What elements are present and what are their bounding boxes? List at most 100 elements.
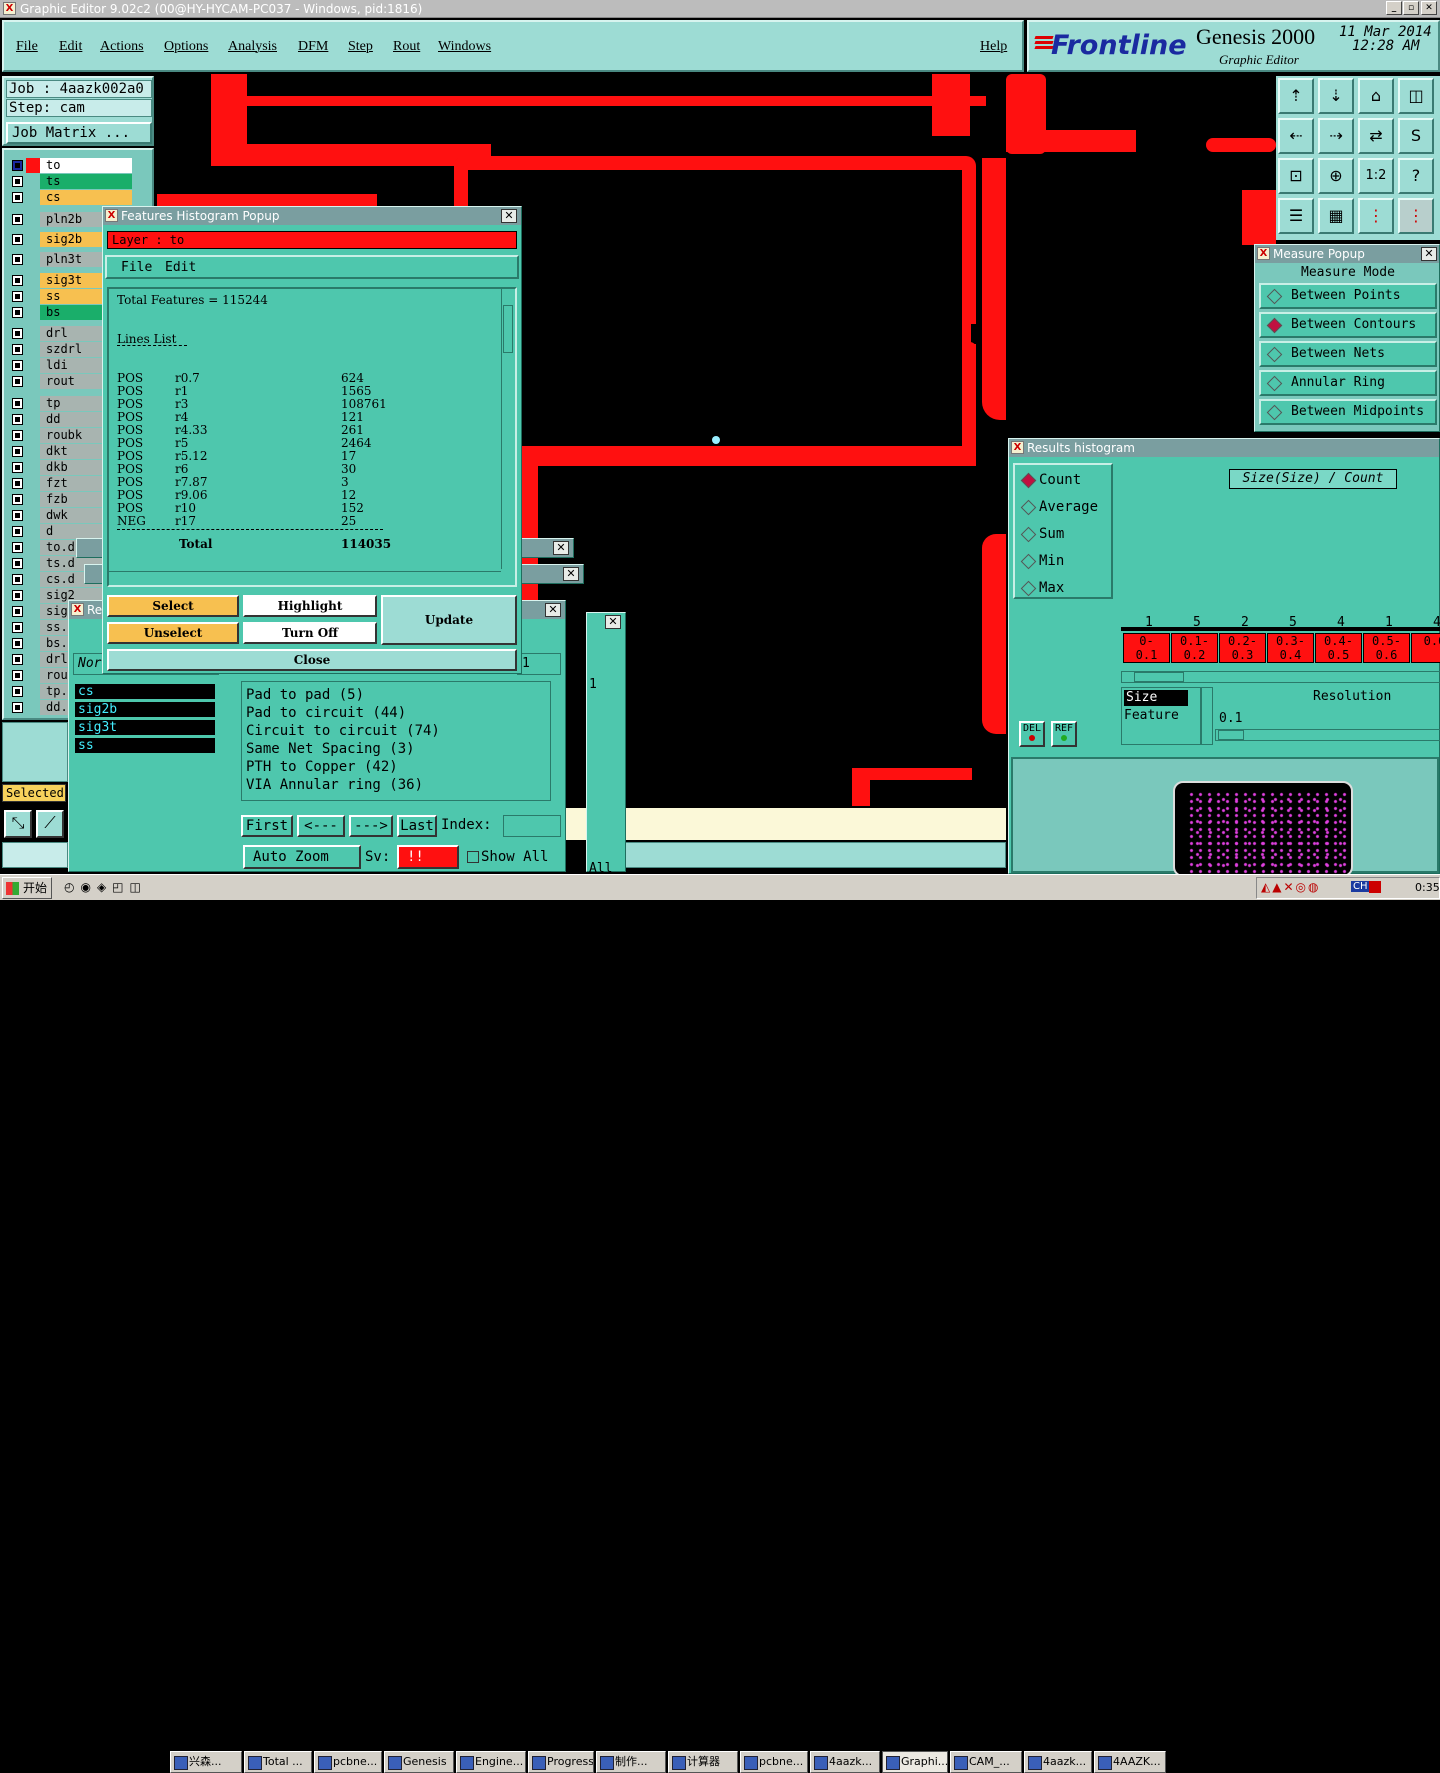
close-icon[interactable]: ✕ (553, 541, 569, 555)
taskbar-item[interactable]: Progress (528, 1751, 594, 1773)
range-cell[interactable]: 0.5- 0.6 (1363, 633, 1410, 663)
histogram-row[interactable]: POS r5.12 17 (117, 449, 417, 463)
zoom-fit-icon[interactable]: ⊡ (1278, 158, 1314, 194)
split-view-icon[interactable]: ◫ (1398, 78, 1434, 114)
number-select[interactable]: 1 (517, 653, 561, 675)
layers-red-icon[interactable]: ⋮ (1358, 198, 1394, 234)
taskbar-item[interactable]: 制作... (596, 1751, 666, 1773)
scale-1-2-icon[interactable]: 1:2 (1358, 158, 1394, 194)
layer-checkbox[interactable] (12, 622, 23, 633)
layer-row[interactable]: ts (10, 174, 132, 189)
taskbar-item[interactable]: Genesis (384, 1751, 454, 1773)
mirror-icon[interactable]: ⇄ (1358, 118, 1394, 154)
pan-left-icon[interactable]: ⇠ (1278, 118, 1314, 154)
layer-checkbox[interactable] (12, 558, 23, 569)
layer-checkbox[interactable] (12, 376, 23, 387)
vertical-scrollbar[interactable] (1201, 687, 1213, 745)
taskbar-item[interactable]: 4AAZK... (1094, 1751, 1166, 1773)
between-midpoints-option[interactable]: Between Midpoints (1259, 399, 1437, 425)
layer-checkbox[interactable] (12, 494, 23, 505)
histogram-row[interactable]: POS r6 30 (117, 462, 417, 476)
select-button[interactable]: Select (107, 595, 239, 617)
check-item[interactable]: Same Net Spacing (3) (246, 740, 440, 758)
check-item[interactable]: Pad to circuit (44) (246, 704, 440, 722)
histogram-row[interactable]: POS r1 1565 (117, 384, 417, 398)
index-input[interactable] (503, 815, 561, 837)
tray-s-icon[interactable] (1369, 881, 1381, 893)
sum-option[interactable]: Sum (1015, 523, 1111, 547)
check-layer[interactable]: sig2b (75, 702, 215, 717)
severity-select[interactable]: !! (397, 845, 459, 869)
start-button[interactable]: 开始 (2, 877, 52, 899)
auto-zoom-select[interactable]: Auto Zoom (243, 845, 361, 869)
layer-checkbox[interactable] (12, 160, 23, 171)
home-icon[interactable]: ⌂ (1358, 78, 1394, 114)
layer-row[interactable]: cs (10, 190, 132, 205)
close-icon[interactable]: ✕ (501, 209, 517, 223)
job-matrix-button[interactable]: Job Matrix ... (6, 122, 152, 144)
layer-checkbox[interactable] (12, 670, 23, 681)
layer-checkbox[interactable] (12, 702, 23, 713)
horizontal-scrollbar[interactable] (109, 571, 501, 585)
range-cell[interactable]: 0.1- 0.2 (1171, 633, 1218, 663)
range-cell[interactable]: 0.3- 0.4 (1267, 633, 1314, 663)
histogram-row[interactable]: POS r4.33 261 (117, 423, 417, 437)
maximize-button[interactable]: ▫ (1403, 1, 1419, 15)
resolution-slider[interactable] (1215, 729, 1440, 741)
histogram-row[interactable]: NEG r17 25 (117, 514, 417, 528)
taskbar-item[interactable]: CAM_... (950, 1751, 1022, 1773)
ref-button[interactable]: REF (1051, 721, 1077, 747)
menu-actions[interactable]: Actions (100, 39, 144, 55)
layer-row[interactable]: to (10, 158, 132, 173)
taskbar-item[interactable]: Graphi... (882, 1751, 948, 1773)
taskbar-item[interactable]: 兴森... (170, 1751, 242, 1773)
layer-checkbox[interactable] (12, 430, 23, 441)
layer-checkbox[interactable] (12, 654, 23, 665)
layer-checkbox[interactable] (12, 275, 23, 286)
range-cell[interactable]: 0.4- 0.5 (1315, 633, 1362, 663)
layer-checkbox[interactable] (12, 510, 23, 521)
check-item[interactable]: VIA Annular ring (36) (246, 776, 440, 794)
turn-off-button[interactable]: Turn Off (243, 622, 377, 644)
layer-checkbox[interactable] (12, 446, 23, 457)
taskbar-item[interactable]: 计算器 (668, 1751, 738, 1773)
menu-analysis[interactable]: Analysis (228, 39, 277, 55)
overview-map[interactable] (1011, 757, 1439, 877)
count-option[interactable]: Count (1015, 469, 1111, 493)
layer-checkbox[interactable] (12, 254, 23, 265)
unselect-button[interactable]: Unselect (107, 622, 239, 644)
between-nets-option[interactable]: Between Nets (1259, 341, 1437, 367)
show-all-checkbox[interactable] (467, 851, 479, 863)
first-button[interactable]: First (241, 815, 293, 837)
menu-rout[interactable]: Rout (393, 39, 420, 55)
prev-button[interactable]: <--- (297, 815, 345, 837)
range-cell[interactable]: 0- 0.1 (1123, 633, 1170, 663)
s-curve-icon[interactable]: S (1398, 118, 1434, 154)
histogram-row[interactable]: POS r0.7 624 (117, 371, 417, 385)
command-line[interactable] (2, 842, 68, 868)
layer-checkbox[interactable] (12, 291, 23, 302)
close-icon[interactable]: ✕ (545, 603, 561, 617)
update-button[interactable]: Update (381, 595, 517, 645)
horizontal-scrollbar[interactable] (1121, 671, 1440, 683)
tray-icons[interactable]: ◭▲✕◎◍ (1261, 880, 1320, 894)
close-icon[interactable]: ✕ (563, 567, 579, 581)
layer-checkbox[interactable] (12, 176, 23, 187)
histogram-row[interactable]: POS r10 152 (117, 501, 417, 515)
settings-icon[interactable]: ☰ (1278, 198, 1314, 234)
pan-right-icon[interactable]: ⇢ (1318, 118, 1354, 154)
layer-checkbox[interactable] (12, 478, 23, 489)
annular-ring-option[interactable]: Annular Ring (1259, 370, 1437, 396)
menu-edit[interactable]: Edit (59, 39, 82, 55)
check-layer[interactable]: ss (75, 738, 215, 753)
vertical-scrollbar[interactable] (501, 289, 515, 569)
between-contours-option[interactable]: Between Contours (1259, 312, 1437, 338)
feature-label[interactable]: Feature (1124, 708, 1179, 723)
check-layer[interactable]: cs (75, 684, 215, 699)
layer-checkbox[interactable] (12, 234, 23, 245)
layer-checkbox[interactable] (12, 686, 23, 697)
menu-edit[interactable]: Edit (165, 260, 196, 275)
layer-checkbox[interactable] (12, 328, 23, 339)
check-item[interactable]: PTH to Copper (42) (246, 758, 440, 776)
check-item[interactable]: Circuit to circuit (74) (246, 722, 440, 740)
